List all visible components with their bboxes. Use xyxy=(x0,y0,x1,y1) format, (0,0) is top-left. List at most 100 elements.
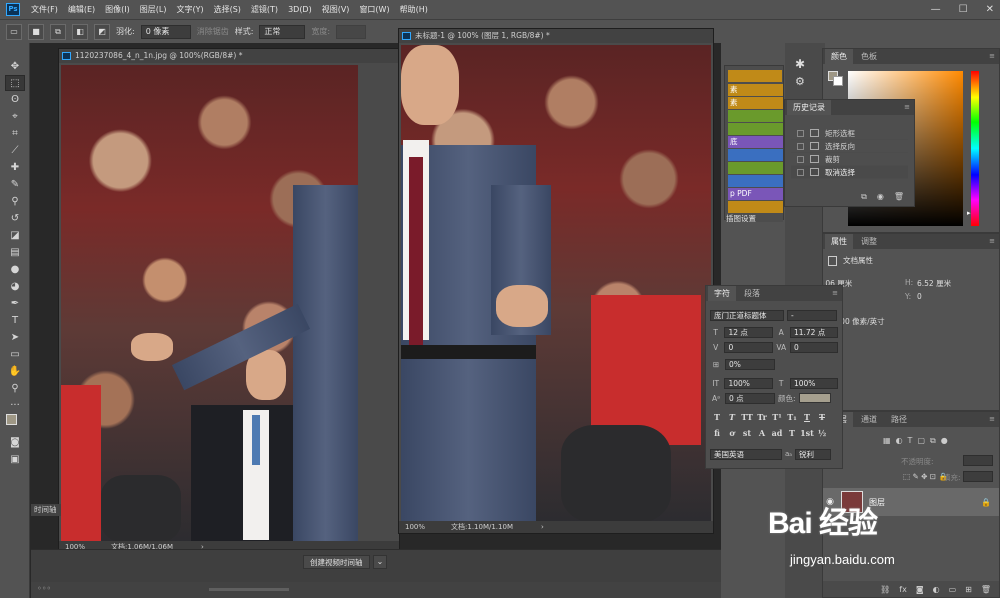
minimize-button[interactable]: — xyxy=(931,0,941,19)
delete-layer-icon[interactable]: 🗑 xyxy=(981,585,991,594)
action-row[interactable] xyxy=(728,175,783,187)
font-family-select[interactable]: 庞门正道标题体 xyxy=(710,309,784,321)
maximize-button[interactable]: ☐ xyxy=(959,0,968,19)
menu-edit[interactable]: 编辑(E) xyxy=(63,0,100,19)
snapshot-camera-icon[interactable]: ◉ xyxy=(877,192,884,202)
menu-view[interactable]: 视图(V) xyxy=(317,0,355,19)
menu-image[interactable]: 图像(I) xyxy=(100,0,135,19)
eyedropper-tool-icon[interactable]: ⟋ xyxy=(5,143,25,159)
panel-menu-icon[interactable]: ≡ xyxy=(989,52,995,60)
new-layer-icon[interactable]: ⊞ xyxy=(965,585,972,594)
menu-select[interactable]: 选择(S) xyxy=(209,0,246,19)
horizontal-scale-input[interactable]: 100% xyxy=(789,377,838,389)
subscript-button[interactable]: T₁ xyxy=(785,412,799,423)
antialias-checkbox[interactable]: 消除锯齿 xyxy=(197,26,229,37)
history-brush-tool-icon[interactable]: ↺ xyxy=(5,211,25,227)
crop-tool-icon[interactable]: ⌗ xyxy=(5,126,25,142)
fractions-button[interactable]: ½ xyxy=(815,428,829,439)
brush-settings-icon[interactable]: ✱ xyxy=(795,57,805,71)
tab-channels[interactable]: 通道 xyxy=(855,412,883,427)
doc2-title[interactable]: 未标题-1 @ 100% (图层 1, RGB/8#) * xyxy=(399,29,713,43)
action-label[interactable]: 插图设置 xyxy=(724,213,782,225)
type-filter-icon[interactable]: T xyxy=(908,436,913,446)
more-tools-icon[interactable]: ··· xyxy=(5,398,25,414)
tab-paragraph[interactable]: 段落 xyxy=(738,286,766,301)
doc2-status-arrow[interactable]: › xyxy=(541,523,544,531)
menu-3d[interactable]: 3D(D) xyxy=(283,0,317,19)
dodge-tool-icon[interactable]: ◕ xyxy=(5,279,25,295)
y-value[interactable]: 0 xyxy=(917,292,922,301)
action-row[interactable] xyxy=(728,201,783,213)
lasso-tool-icon[interactable]: ʘ xyxy=(5,92,25,108)
menu-file[interactable]: 文件(F) xyxy=(26,0,63,19)
antialias-select[interactable]: 锐利 xyxy=(795,448,832,460)
smart-filter-icon[interactable]: ⧉ xyxy=(930,436,936,446)
link-layers-icon[interactable]: ⛓ xyxy=(880,585,890,594)
healing-brush-tool-icon[interactable]: ✚ xyxy=(5,160,25,176)
shape-tool-icon[interactable]: ▭ xyxy=(5,347,25,363)
width-input[interactable] xyxy=(336,24,367,39)
lock-icons[interactable]: ⬚ ✎ ✥ ⊡ 🔒 xyxy=(903,472,948,481)
subtract-selection-icon[interactable]: ◧ xyxy=(72,23,88,40)
history-checkbox[interactable] xyxy=(797,142,804,150)
timeline-tab[interactable]: 时间轴 xyxy=(31,504,61,516)
doc2-zoom[interactable]: 100% xyxy=(405,523,425,531)
pen-tool-icon[interactable]: ✒ xyxy=(5,296,25,312)
close-button[interactable]: ✕ xyxy=(986,0,994,19)
filter-toggle-icon[interactable]: ● xyxy=(941,436,948,446)
action-row[interactable]: p PDF xyxy=(728,188,783,200)
vertical-scale-input[interactable]: 100% xyxy=(724,377,773,389)
action-row[interactable]: 底 xyxy=(728,136,783,148)
path-select-tool-icon[interactable]: ➤ xyxy=(5,330,25,346)
menu-type[interactable]: 文字(Y) xyxy=(171,0,208,19)
panel-menu-icon[interactable]: ≡ xyxy=(832,289,838,297)
doc1-title[interactable]: 1120237086_4_n_1n.jpg @ 100%(RGB/8#) * xyxy=(59,49,399,63)
chevron-down-icon[interactable]: ⌄ xyxy=(373,555,387,569)
bg-color-swatch[interactable] xyxy=(833,76,843,86)
blur-tool-icon[interactable]: ● xyxy=(5,262,25,278)
new-document-from-state-icon[interactable]: ⧉ xyxy=(861,192,867,202)
tab-adjustments[interactable]: 调整 xyxy=(855,234,883,249)
superscript-button[interactable]: T¹ xyxy=(770,412,784,423)
foreground-color-swatch[interactable] xyxy=(6,414,17,425)
tracking-input[interactable]: 0 xyxy=(789,341,838,353)
hand-tool-icon[interactable]: ✋ xyxy=(5,364,25,380)
ligature-button[interactable]: fi xyxy=(710,428,724,439)
marquee-preset-icon[interactable]: ▭ xyxy=(6,23,22,40)
underline-button[interactable]: T xyxy=(800,412,814,423)
tab-swatches[interactable]: 色板 xyxy=(855,49,883,64)
titling-alternates-button[interactable]: T xyxy=(785,428,799,439)
panel-menu-icon[interactable]: ≡ xyxy=(989,237,995,245)
style-select[interactable]: 正常 xyxy=(259,24,306,39)
new-group-icon[interactable]: ▭ xyxy=(949,585,957,594)
menu-layer[interactable]: 图层(L) xyxy=(135,0,172,19)
action-row[interactable] xyxy=(728,149,783,161)
rect-marquee-tool-icon[interactable]: ⬚ xyxy=(5,75,25,91)
old-style-button[interactable]: ơ xyxy=(725,428,739,439)
adjustment-layer-icon[interactable]: ◐ xyxy=(933,585,940,594)
doc2-canvas[interactable] xyxy=(401,45,711,523)
feather-input[interactable]: 0 像素 xyxy=(140,24,191,39)
stylistic-alternates-button[interactable]: ad xyxy=(770,428,784,439)
action-row[interactable] xyxy=(728,110,783,122)
faux-italic-button[interactable]: T xyxy=(725,412,739,423)
menu-filter[interactable]: 滤镜(T) xyxy=(246,0,283,19)
history-item[interactable]: 矩形选框 xyxy=(791,127,908,140)
language-select[interactable]: 美国英语 xyxy=(710,448,782,460)
layer-style-icon[interactable]: fx xyxy=(899,585,907,594)
gradient-tool-icon[interactable]: ▤ xyxy=(5,245,25,261)
clone-stamp-tool-icon[interactable]: ⚲ xyxy=(5,194,25,210)
quick-select-tool-icon[interactable]: ⌖ xyxy=(5,109,25,125)
kerning-input[interactable]: 0 xyxy=(724,341,773,353)
adjustment-filter-icon[interactable]: ◐ xyxy=(896,436,903,446)
tsume-input[interactable]: 0% xyxy=(725,358,775,370)
text-color-swatch[interactable] xyxy=(798,393,831,403)
ordinals-button[interactable]: 1st xyxy=(800,428,814,439)
add-mask-icon[interactable]: ◙ xyxy=(916,585,924,594)
type-tool-icon[interactable]: T xyxy=(5,313,25,329)
tab-properties[interactable]: 属性 xyxy=(825,234,853,249)
create-video-timeline-button[interactable]: 创建视频时间轴 xyxy=(303,555,370,569)
history-checkbox[interactable] xyxy=(797,168,804,176)
document-window-1[interactable]: 1120237086_4_n_1n.jpg @ 100%(RGB/8#) * 1… xyxy=(58,48,400,554)
tab-character[interactable]: 字符 xyxy=(708,286,736,301)
